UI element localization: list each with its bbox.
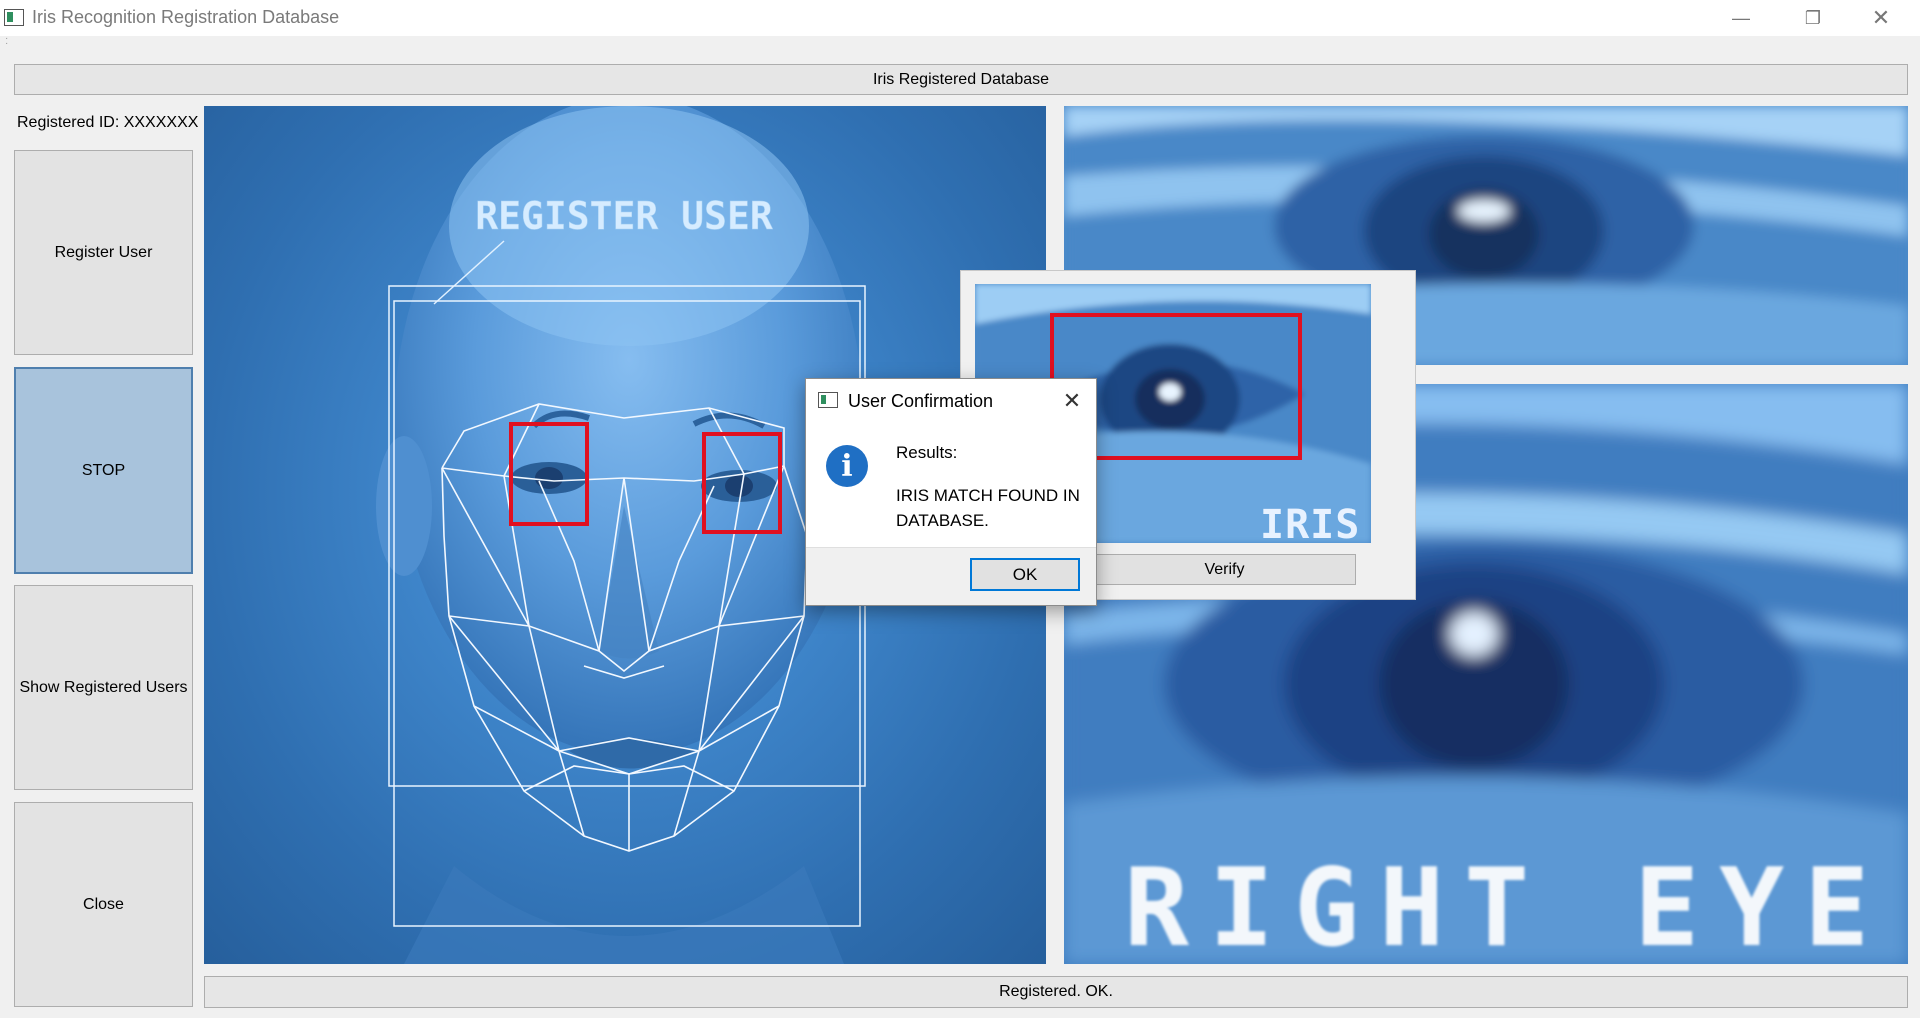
status-bar: Registered. OK.	[204, 976, 1908, 1008]
title-bar: Iris Recognition Registration Database —…	[0, 0, 1920, 36]
dialog-close-button[interactable]: ✕	[1056, 387, 1088, 415]
app-icon	[4, 9, 24, 26]
database-header: Iris Registered Database	[14, 64, 1908, 95]
dialog-heading: Results:	[896, 443, 958, 462]
register-user-caption: REGISTER USER	[475, 194, 773, 238]
right-eye-caption: RIGHT EYE	[1124, 846, 1890, 964]
dialog-app-icon	[818, 392, 838, 408]
info-icon: i	[826, 445, 868, 487]
dialog-title-bar[interactable]: User Confirmation ✕	[806, 379, 1096, 423]
dialog-footer: OK	[806, 547, 1096, 605]
register-user-button[interactable]: Register User	[14, 150, 193, 355]
verify-button[interactable]: Verify	[1093, 554, 1356, 585]
close-button[interactable]: Close	[14, 802, 193, 1007]
toolbar-grip-icon[interactable]: · ·	[5, 34, 8, 49]
window-title: Iris Recognition Registration Database	[32, 7, 340, 27]
ok-button[interactable]: OK	[970, 558, 1080, 591]
iris-caption: IRIS	[1260, 502, 1361, 543]
minimize-button[interactable]: —	[1712, 0, 1770, 36]
restore-button[interactable]: ❐	[1784, 0, 1842, 36]
show-registered-users-button[interactable]: Show Registered Users	[14, 585, 193, 790]
dialog-message: IRIS MATCH FOUND IN DATABASE.	[896, 486, 1080, 530]
stop-button[interactable]: STOP	[14, 367, 193, 574]
registered-id-label: Registered ID: XXXXXXX	[17, 114, 199, 131]
close-window-button[interactable]: ✕	[1852, 0, 1910, 36]
dialog-title: User Confirmation	[848, 391, 994, 411]
user-confirmation-dialog: User Confirmation ✕ i Results: IRIS MATC…	[805, 378, 1097, 606]
